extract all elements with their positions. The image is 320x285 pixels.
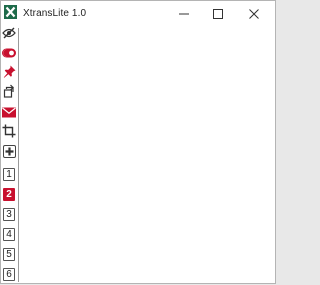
- rotate-button[interactable]: [2, 84, 16, 103]
- crop-icon: [2, 124, 16, 143]
- window-title: XtransLite 1.0: [23, 8, 87, 19]
- page-4-button[interactable]: 4: [3, 228, 15, 241]
- crop-button[interactable]: [2, 124, 16, 143]
- page-5-button[interactable]: 5: [3, 248, 15, 261]
- toggle-switch-button[interactable]: [2, 47, 16, 61]
- title-bar[interactable]: XtransLite 1.0: [1, 1, 275, 26]
- rotate-icon: [3, 84, 16, 103]
- maximize-icon: [213, 8, 223, 19]
- toggle-visibility-button[interactable]: [2, 26, 16, 44]
- close-icon: [249, 8, 259, 19]
- close-button[interactable]: [237, 1, 271, 26]
- pin-icon: [3, 65, 16, 83]
- mail-button[interactable]: [2, 107, 16, 121]
- eye-off-icon: [2, 26, 16, 44]
- page-6-button[interactable]: 6: [3, 268, 15, 281]
- add-box-icon: [2, 145, 16, 163]
- main-content-area[interactable]: [19, 26, 275, 283]
- maximize-button[interactable]: [201, 1, 235, 26]
- side-toolbar: 1 2 3 4 5 6: [1, 26, 18, 283]
- minimize-icon: [179, 9, 189, 19]
- page-3-button[interactable]: 3: [3, 208, 15, 221]
- page-2-button[interactable]: 2: [3, 188, 15, 201]
- toggle-icon: [2, 45, 16, 63]
- mail-icon: [2, 105, 16, 123]
- add-button[interactable]: [2, 145, 16, 163]
- minimize-button[interactable]: [167, 1, 201, 26]
- page-1-button[interactable]: 1: [3, 168, 15, 181]
- app-x-icon: [4, 5, 17, 19]
- app-window: XtransLite 1.0 1 2 3 4 5 6: [0, 0, 276, 284]
- pin-button[interactable]: [2, 65, 16, 83]
